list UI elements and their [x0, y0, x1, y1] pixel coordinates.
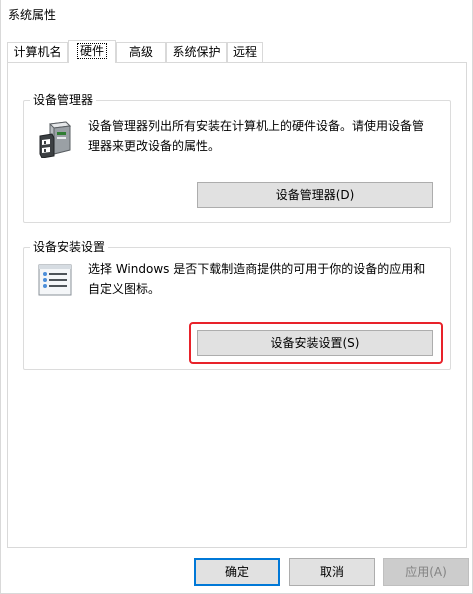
device-manager-description: 设备管理器列出所有安装在计算机上的硬件设备。请使用设备管 理器来更改设备的属性。: [88, 116, 443, 156]
device-installation-group: 设备安装设置 选择 Windows 是否下载制造商提供的可用于你的设备的应用和 …: [23, 240, 451, 370]
installation-settings-icon: [38, 264, 72, 296]
device-installation-settings-button[interactable]: 设备安装设置(S): [197, 330, 433, 356]
device-manager-group-label: 设备管理器: [30, 93, 97, 107]
tab-hardware[interactable]: 硬件: [68, 40, 116, 63]
device-manager-group: 设备管理器 设备管理器列出所有安装在计算机上的硬件设备。请使用设备管 理器来更改…: [23, 93, 451, 223]
window-title: 系统属性: [8, 8, 57, 22]
device-installation-description: 选择 Windows 是否下载制造商提供的可用于你的设备的应用和 自定义图标。: [88, 259, 443, 299]
device-manager-icon: [39, 121, 72, 158]
tab-computer-name-label: 计算机名: [13, 45, 62, 59]
ok-button[interactable]: 确定: [194, 558, 280, 586]
device-manager-description-line2: 理器来更改设备的属性。: [88, 139, 221, 153]
device-installation-description-line2: 自定义图标。: [88, 282, 161, 296]
system-properties-window: 系统属性 计算机名 硬件 高级 系统保护 远程 设备管理器 设备管理器列出所有安…: [0, 0, 473, 594]
apply-button[interactable]: 应用(A): [383, 558, 469, 586]
device-manager-button[interactable]: 设备管理器(D): [197, 182, 433, 208]
device-installation-group-label: 设备安装设置: [30, 240, 109, 254]
device-installation-description-line1: 选择 Windows 是否下载制造商提供的可用于你的设备的应用和: [88, 262, 426, 276]
hardware-tab-page: 设备管理器 设备管理器列出所有安装在计算机上的硬件设备。请使用设备管 理器来更改…: [7, 62, 467, 548]
tab-system-protection[interactable]: 系统保护: [166, 42, 227, 62]
tab-strip: 计算机名 硬件 高级 系统保护 远程: [7, 40, 467, 63]
tab-advanced[interactable]: 高级: [116, 42, 166, 62]
tab-hardware-label: 硬件: [76, 43, 107, 59]
tab-remote-label: 远程: [232, 45, 257, 59]
tab-remote[interactable]: 远程: [227, 42, 263, 62]
title-bar[interactable]: 系统属性: [1, 0, 472, 30]
tab-system-protection-label: 系统保护: [172, 45, 221, 59]
tab-computer-name[interactable]: 计算机名: [7, 42, 68, 62]
tab-advanced-label: 高级: [128, 45, 153, 59]
cancel-button[interactable]: 取消: [289, 558, 375, 586]
device-manager-description-line1: 设备管理器列出所有安装在计算机上的硬件设备。请使用设备管: [88, 119, 425, 133]
